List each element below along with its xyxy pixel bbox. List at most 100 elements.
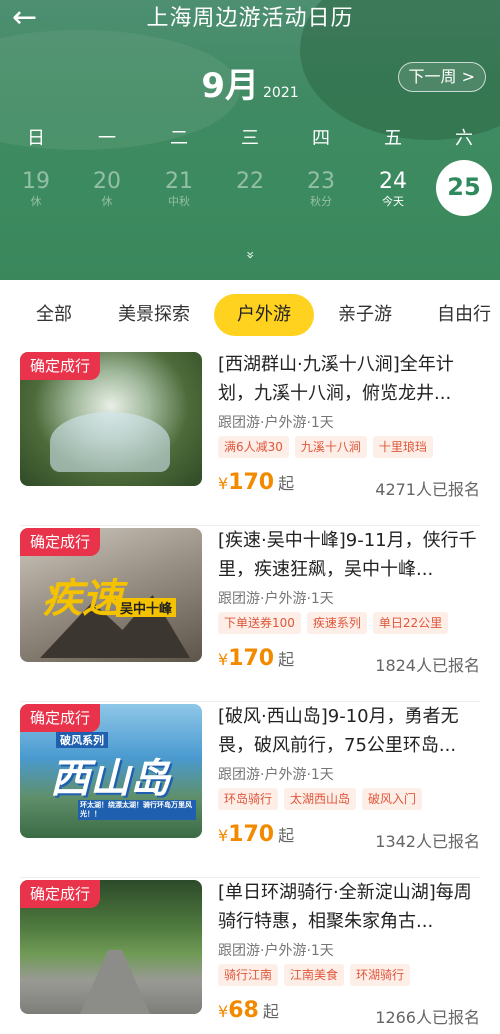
product-tag: 破风入门 — [362, 788, 423, 810]
weekday-label: 四 — [312, 128, 330, 149]
date-number: 24 — [379, 169, 407, 194]
date-number: 22 — [236, 169, 264, 194]
waterfall-shape — [50, 412, 170, 472]
product-title[interactable]: [破风·西山岛]9-10月，勇者无畏，破风前行，75公里环岛... — [218, 702, 480, 760]
product-tags: 满6人减30 九溪十八涧 十里琅珰 — [218, 436, 439, 458]
currency-symbol: ¥ — [218, 826, 229, 845]
product-thumbnail[interactable]: 破风系列 西山岛 环太湖！绕漂太湖！骑行环岛万里风光！！ 确定成行 — [20, 704, 202, 838]
tab-family[interactable]: 亲子游 — [330, 294, 400, 336]
weekday-label: 二 — [170, 128, 188, 149]
price-suffix: 起 — [278, 826, 295, 845]
thumb-title: 疾速 — [42, 576, 122, 622]
product-tag: 下单送券100 — [218, 612, 301, 634]
product-title[interactable]: [西湖群山·九溪十八涧]全年计划，九溪十八涧，俯览龙井... — [218, 350, 480, 408]
date-note: 今天 — [382, 195, 404, 208]
signup-count: 1266人已报名 — [375, 1008, 480, 1027]
confirmed-badge: 确定成行 — [20, 704, 101, 732]
product-tag: 太湖西山岛 — [284, 788, 357, 810]
price-amount: 170 — [228, 822, 275, 847]
weekday-label: 六 — [455, 128, 473, 149]
price-suffix: 起 — [278, 650, 295, 669]
signup-count: 1824人已报名 — [375, 656, 480, 675]
product-tag: 环岛骑行 — [218, 788, 279, 810]
date-cell[interactable]: 20 休 — [79, 160, 135, 216]
category-tabs: 全部 美景探索 户外游 亲子游 自由行 — [0, 280, 500, 350]
product-title[interactable]: [疾速·吴中十峰]9-11月，侠行千里，疾速狂飙，吴中十峰... — [218, 526, 480, 584]
product-tag: 骑行江南 — [218, 964, 279, 986]
date-cell[interactable]: 23 秋分 — [293, 160, 349, 216]
product-tag: 单日22公里 — [372, 612, 449, 634]
price-amount: 68 — [228, 998, 259, 1023]
weekday-row: 日 一 二 三 四 五 六 — [0, 124, 500, 150]
signup-count: 4271人已报名 — [375, 480, 480, 499]
month-label: 9月 — [201, 66, 260, 106]
date-cell[interactable]: 21 中秋 — [151, 160, 207, 216]
product-tag: 满6人减30 — [218, 436, 289, 458]
next-week-button[interactable]: 下一周 > — [397, 62, 486, 92]
product-title[interactable]: [单日环湖骑行·全新淀山湖]每周骑行特惠，相聚朱家角古... — [218, 878, 480, 936]
product-meta: 跟团游·户外游·1天 — [218, 415, 334, 431]
date-cell-selected[interactable]: 25 — [436, 160, 492, 216]
calendar-header: ← 上海周边游活动日历 9月 2021 下一周 > 日 一 二 三 四 五 六 1… — [0, 0, 500, 280]
product-price: ¥170 起 — [218, 822, 294, 847]
thumb-title: 西山岛 — [50, 756, 170, 802]
currency-symbol: ¥ — [218, 474, 229, 493]
product-tags: 下单送券100 疾速系列 单日22公里 — [218, 612, 454, 634]
confirmed-badge: 确定成行 — [20, 528, 101, 556]
product-tags: 环岛骑行 太湖西山岛 破风入门 — [218, 788, 428, 810]
weekday-label: 五 — [384, 128, 402, 149]
product-price: ¥170 起 — [218, 646, 294, 671]
date-number: 19 — [22, 169, 50, 194]
expand-calendar-icon[interactable]: » — [241, 245, 259, 265]
product-tag: 环湖骑行 — [350, 964, 411, 986]
confirmed-badge: 确定成行 — [20, 880, 101, 908]
date-row: 19 休 20 休 21 中秋 22 23 秋分 24 今天 25 — [0, 160, 500, 220]
date-number: 25 — [447, 173, 481, 201]
product-meta: 跟团游·户外游·1天 — [218, 943, 334, 959]
year-label: 2021 — [263, 85, 299, 101]
product-tag: 江南美食 — [284, 964, 345, 986]
price-suffix: 起 — [262, 1002, 279, 1021]
product-tags: 骑行江南 江南美食 环湖骑行 — [218, 964, 416, 986]
tab-scenery[interactable]: 美景探索 — [110, 294, 198, 336]
date-cell-today[interactable]: 24 今天 — [365, 160, 421, 216]
product-card[interactable]: 破风系列 西山岛 环太湖！绕漂太湖！骑行环岛万里风光！！ 确定成行 [破风·西山… — [0, 702, 500, 878]
tab-outdoor[interactable]: 户外游 — [214, 294, 314, 336]
thumb-subtitle: 吴中十峰 — [116, 598, 177, 617]
price-amount: 170 — [228, 646, 275, 671]
weekday-label: 三 — [241, 128, 259, 149]
price-amount: 170 — [228, 470, 275, 495]
product-thumbnail[interactable]: 确定成行 — [20, 880, 202, 1014]
currency-symbol: ¥ — [218, 1002, 229, 1021]
weekday-label: 日 — [27, 128, 45, 149]
road-shape — [80, 950, 150, 1014]
date-cell[interactable]: 22 — [222, 160, 278, 216]
tab-free-travel[interactable]: 自由行 — [428, 294, 500, 336]
date-note: 秋分 — [310, 195, 332, 208]
price-suffix: 起 — [278, 474, 295, 493]
page-title: 上海周边游活动日历 — [146, 6, 354, 31]
weekday-label: 一 — [98, 128, 116, 149]
date-cell[interactable]: 19 休 — [8, 160, 64, 216]
product-card[interactable]: 确定成行 [西湖群山·九溪十八涧]全年计划，九溪十八涧，俯览龙井... 跟团游·… — [0, 350, 500, 526]
date-note: 休 — [101, 195, 113, 208]
product-tag: 疾速系列 — [306, 612, 367, 634]
date-number: 21 — [165, 169, 193, 194]
product-thumbnail[interactable]: 确定成行 — [20, 352, 202, 486]
confirmed-badge: 确定成行 — [20, 352, 101, 380]
product-tag: 十里琅珰 — [372, 436, 433, 458]
currency-symbol: ¥ — [218, 650, 229, 669]
thumb-slogan: 环太湖！绕漂太湖！骑行环岛万里风光！！ — [78, 800, 196, 820]
signup-count: 1342人已报名 — [375, 832, 480, 851]
product-thumbnail[interactable]: 疾速 吴中十峰 确定成行 — [20, 528, 202, 662]
product-tag: 九溪十八涧 — [294, 436, 367, 458]
date-number: 23 — [307, 169, 335, 194]
product-card[interactable]: 疾速 吴中十峰 确定成行 [疾速·吴中十峰]9-11月，侠行千里，疾速狂飙，吴中… — [0, 526, 500, 702]
product-meta: 跟团游·户外游·1天 — [218, 591, 334, 607]
product-price: ¥68 起 — [218, 998, 279, 1023]
product-card[interactable]: 确定成行 [单日环湖骑行·全新淀山湖]每周骑行特惠，相聚朱家角古... 跟团游·… — [0, 878, 500, 1034]
tab-all[interactable]: 全部 — [22, 294, 86, 336]
product-price: ¥170 起 — [218, 470, 294, 495]
date-number: 20 — [93, 169, 121, 194]
date-note: 休 — [30, 195, 42, 208]
